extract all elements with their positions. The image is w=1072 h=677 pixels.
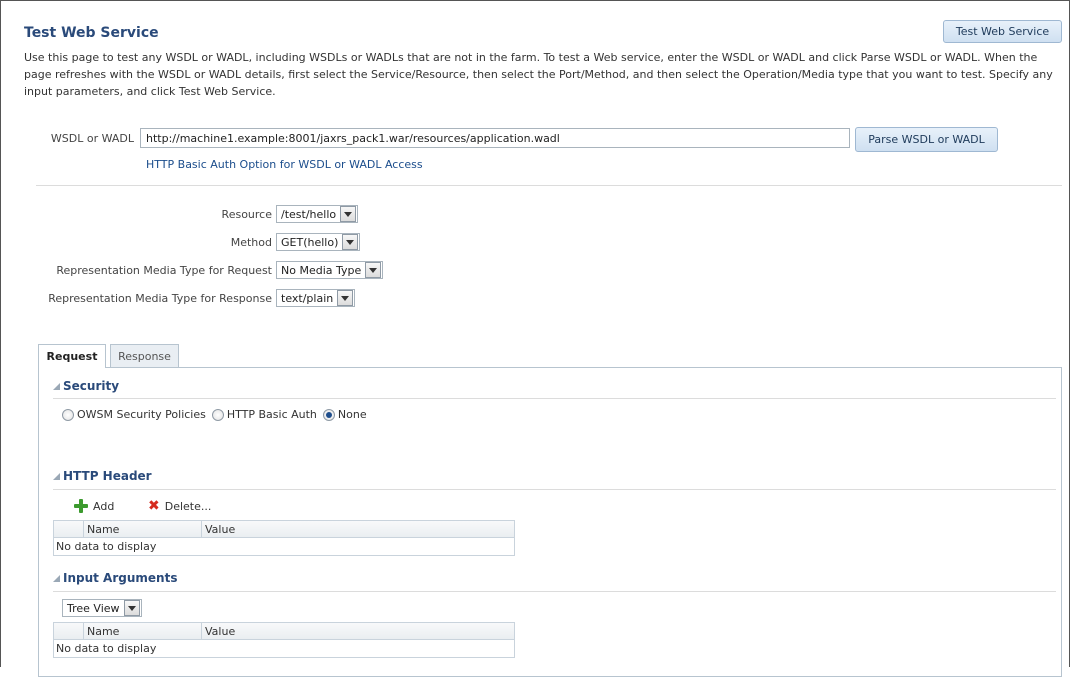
input-arguments-section-header[interactable]: Input Arguments (53, 571, 177, 585)
resource-select[interactable]: /test/hello (276, 205, 359, 223)
table-header: Name Value (54, 623, 514, 640)
radio-label: HTTP Basic Auth (226, 408, 317, 421)
collapse-triangle-icon (53, 382, 60, 390)
chevron-down-icon[interactable] (342, 234, 359, 250)
radio-owsm-security-policies[interactable] (62, 408, 74, 421)
wsdl-url-input[interactable]: http://machine1.example:8001/jaxrs_pack1… (140, 128, 850, 148)
method-label: Method (230, 236, 272, 249)
separator (53, 489, 1056, 490)
column-name[interactable]: Name (84, 623, 202, 639)
response-media-value: text/plain (281, 291, 334, 305)
view-select[interactable]: Tree View (62, 599, 142, 617)
tab-response[interactable]: Response (110, 344, 179, 367)
view-value: Tree View (67, 601, 120, 615)
input-arguments-table: Name Value No data to display (53, 622, 515, 658)
method-select[interactable]: GET(hello) (276, 233, 361, 251)
request-media-select[interactable]: No Media Type (276, 261, 384, 279)
response-media-select[interactable]: text/plain (276, 289, 356, 307)
parse-wsdl-button[interactable]: Parse WSDL or WADL (855, 127, 998, 152)
radio-label: None (337, 408, 367, 421)
request-media-label: Representation Media Type for Request (56, 264, 272, 277)
wsdl-label: WSDL or WADL (50, 132, 134, 145)
column-value[interactable]: Value (202, 521, 514, 537)
delete-label: Delete... (164, 499, 212, 513)
table-header: Name Value (54, 521, 514, 538)
input-arguments-title: Input Arguments (63, 571, 178, 585)
security-title: Security (63, 379, 120, 393)
method-value: GET(hello) (281, 235, 339, 249)
column-value[interactable]: Value (202, 623, 514, 639)
resource-value: /test/hello (281, 207, 337, 221)
separator (53, 398, 1056, 399)
security-section-header[interactable]: Security (53, 379, 119, 393)
chevron-down-icon[interactable] (123, 600, 140, 616)
http-header-section-header[interactable]: HTTP Header (53, 469, 152, 483)
radio-http-basic-auth[interactable] (211, 408, 224, 421)
empty-message: No data to display (56, 641, 157, 655)
request-media-value: No Media Type (281, 263, 362, 277)
page-title: Test Web Service (24, 25, 159, 41)
http-header-title: HTTP Header (63, 469, 152, 483)
delete-icon: ✖ (148, 498, 160, 514)
delete-button[interactable]: ✖ Delete... (148, 499, 211, 513)
column-name[interactable]: Name (84, 521, 202, 537)
add-icon (74, 499, 88, 513)
empty-message: No data to display (56, 539, 157, 553)
chevron-down-icon[interactable] (365, 262, 382, 278)
chevron-down-icon[interactable] (337, 290, 354, 306)
http-basic-auth-link[interactable]: HTTP Basic Auth Option for WSDL or WADL … (146, 158, 423, 171)
add-label: Add (93, 499, 115, 513)
tab-request[interactable]: Request (38, 344, 106, 368)
security-options: OWSM Security Policies HTTP Basic Auth N… (62, 408, 373, 421)
http-header-table: Name Value No data to display (53, 520, 515, 556)
resource-label: Resource (221, 208, 272, 221)
radio-none[interactable] (322, 408, 335, 421)
test-web-service-button[interactable]: Test Web Service (943, 20, 1062, 43)
separator (36, 185, 1062, 186)
add-button[interactable]: Add (74, 499, 114, 513)
chevron-down-icon[interactable] (340, 206, 357, 222)
collapse-triangle-icon (53, 574, 60, 582)
page-description: Use this page to test any WSDL or WADL, … (24, 51, 1053, 98)
separator (53, 591, 1056, 592)
response-media-label: Representation Media Type for Response (48, 292, 272, 305)
collapse-triangle-icon (53, 472, 60, 480)
radio-label: OWSM Security Policies (77, 408, 206, 421)
test-web-service-page: Test Web Service Test Web Service Use th… (0, 0, 1070, 677)
